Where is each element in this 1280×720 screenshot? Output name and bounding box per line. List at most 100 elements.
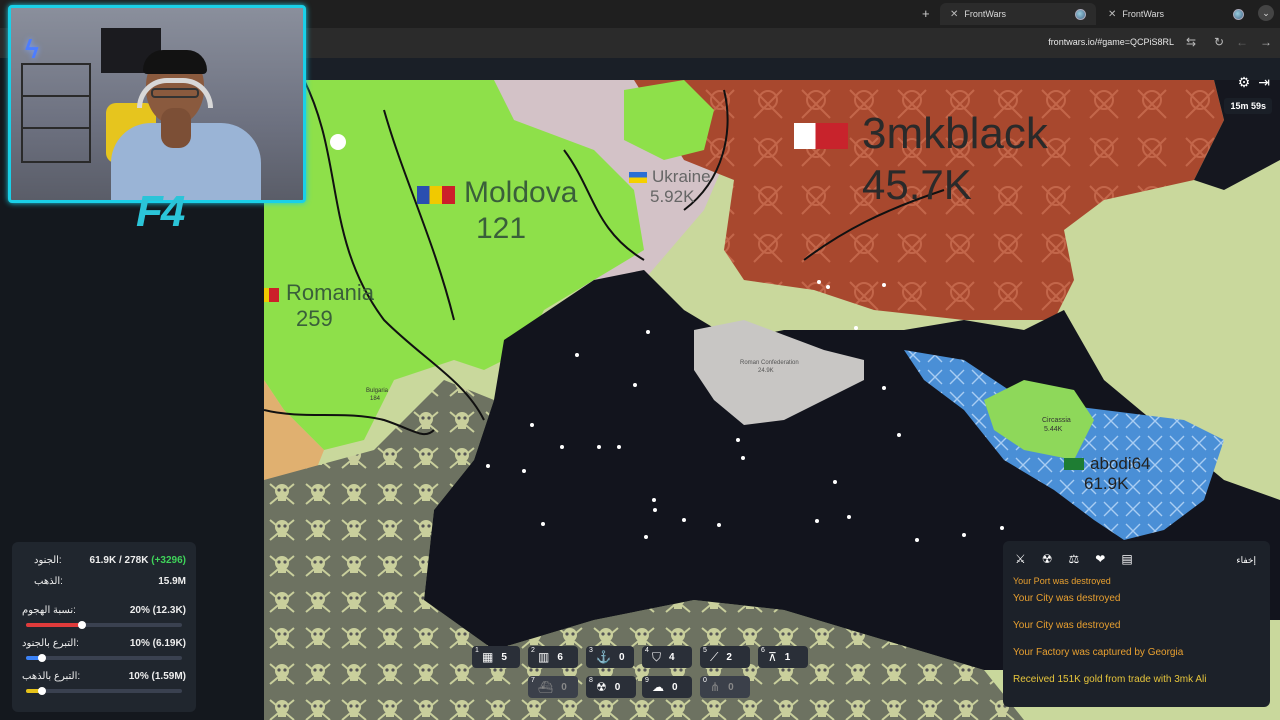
webcam-person-hand [161, 108, 191, 148]
build-hydrogen-bomb-button[interactable]: 9 ☁ 0 [642, 676, 692, 698]
close-tab-icon[interactable]: ✕ [950, 9, 958, 20]
build-defense-post-button[interactable]: 4 ⛉ 4 [642, 646, 692, 668]
browser-tab-active[interactable]: ✕ FrontWars [940, 3, 1096, 25]
player-troops-abodi64: 61.9K [1084, 474, 1129, 493]
close-tab-icon[interactable]: ✕ [1108, 9, 1116, 20]
gold-value: 15.9M [158, 576, 186, 587]
troops-value: 61.9K / 278K [89, 555, 149, 566]
site-settings-icon[interactable]: ⇆ [1186, 35, 1196, 49]
player-troops-3mkblack: 45.7K [862, 161, 972, 208]
tab-title: FrontWars [1122, 9, 1165, 19]
flag-3mkblack [794, 123, 848, 149]
atom-bomb-icon: ☢ [596, 680, 607, 694]
lightning-icon: ϟ [25, 34, 39, 64]
webcam-shelf [21, 63, 91, 163]
missile-silo-icon: ⟋ [710, 649, 719, 664]
donate-troops-handle[interactable] [37, 654, 46, 662]
warship-icon: ⛴ [538, 680, 554, 694]
player-stats-panel: الجنود: 61.9K / 278K (+3296) الذهب: 15.9… [12, 542, 196, 712]
url-field[interactable]: frontwars.io/#game=QCPiS8RL [1048, 37, 1174, 47]
chat-filter-icon[interactable]: ▤ [1121, 552, 1132, 566]
player-name-ukraine: Ukraine [652, 167, 711, 186]
globe-icon [1075, 8, 1086, 20]
attack-ratio-row: نسبة الهجوم: 20% (12.3K) [20, 600, 188, 621]
event-item: Your Port was destroyed [1013, 577, 1111, 585]
gear-icon[interactable]: ⚙ [1238, 74, 1251, 91]
event-item: Your City was destroyed [1013, 620, 1121, 631]
attack-ratio-fill [26, 623, 83, 627]
glasses-icon [151, 88, 199, 98]
donate-troops-label: التبرع بالجنود: [22, 638, 79, 649]
attack-ratio-value: 20% (12.3K) [129, 605, 186, 616]
build-port-button[interactable]: 3 ⚓ 0 [586, 646, 634, 668]
player-troops-roman-confederation: 24.9K [758, 368, 774, 374]
sam-launcher-icon: ⊼ [768, 650, 777, 664]
troops-label: الجنود: [34, 555, 62, 566]
attack-filter-icon[interactable]: ⚔ [1015, 552, 1026, 566]
attack-ratio-handle[interactable] [78, 621, 87, 629]
exit-icon[interactable]: ⇥ [1258, 74, 1270, 91]
event-item: Your City was destroyed [1013, 593, 1121, 604]
flag-romania [264, 288, 279, 302]
donate-troops-row: التبرع بالجنود: 10% (6.19K) [20, 633, 188, 654]
streamer-logo: F4 [136, 187, 185, 236]
alliance-filter-icon[interactable]: ❤ [1095, 552, 1105, 566]
build-warship-button[interactable]: 7 ⛴ 0 [528, 676, 578, 698]
donate-troops-slider[interactable] [26, 654, 182, 662]
event-item: Received 151K gold from trade with 3mk A… [1013, 674, 1207, 685]
player-name-3mkblack: 3mkblack [862, 109, 1048, 158]
attack-ratio-slider[interactable] [26, 621, 182, 629]
flag-ukraine [629, 172, 647, 183]
build-mirv-button[interactable]: 0 ⋔ 0 [700, 676, 750, 698]
trade-filter-icon[interactable]: ⚖ [1069, 552, 1080, 566]
donate-gold-row: التبرع بالذهب: 10% (1.59M) [20, 666, 188, 687]
factory-icon: ▥ [538, 650, 550, 664]
player-name-abodi64: abodi64 [1090, 454, 1151, 473]
player-name-circassia: Circassia [1042, 417, 1071, 424]
gold-label: الذهب: [34, 576, 63, 587]
donate-troops-value: 10% (6.19K) [129, 638, 186, 649]
tab-title: FrontWars [964, 9, 1007, 19]
shield-icon: ⛉ [652, 649, 662, 664]
build-atom-bomb-button[interactable]: 8 ☢ 0 [586, 676, 636, 698]
event-item: Your Factory was captured by Georgia [1013, 647, 1184, 658]
build-city-button[interactable]: 1 ▦ 5 [472, 646, 520, 668]
webcam-overlay: ϟ [8, 5, 306, 203]
troops-row: الجنود: 61.9K / 278K (+3296) [20, 550, 188, 571]
reload-icon[interactable]: ↻ [1214, 35, 1224, 49]
tab-list-icon[interactable]: ⌄ [1258, 5, 1274, 21]
webcam-person-hair [143, 50, 207, 74]
player-troops-bulgaria: 184 [370, 396, 381, 402]
player-troops-circassia: 5.44K [1044, 426, 1063, 433]
build-factory-button[interactable]: 2 ▥ 6 [528, 646, 578, 668]
gold-row: الذهب: 15.9M [20, 571, 188, 592]
player-troops-moldova: 121 [476, 212, 527, 245]
browser-tab[interactable]: ✕ FrontWars [1098, 3, 1254, 25]
hide-events-button[interactable]: إخفاء [1236, 555, 1256, 566]
flag-abodi64 [1064, 458, 1084, 470]
events-list: Your Port was destroyed Your City was de… [1003, 577, 1270, 693]
build-sam-launcher-button[interactable]: 6 ⊼ 1 [758, 646, 808, 668]
event-filter-tabs: ⚔ ☢ ⚖ ❤ ▤ [1003, 541, 1270, 577]
player-troops-ukraine: 5.92K [650, 187, 695, 206]
globe-icon [1233, 8, 1244, 20]
attack-ratio-label: نسبة الهجوم: [22, 605, 76, 616]
player-troops-romania: 259 [296, 306, 333, 331]
forward-icon[interactable]: → [1260, 35, 1272, 49]
events-panel: ⚔ ☢ ⚖ ❤ ▤ إخفاء Your Port was destroyed … [1003, 541, 1270, 707]
hydrogen-bomb-icon: ☁ [652, 680, 664, 694]
donate-gold-handle[interactable] [37, 687, 46, 695]
player-name-roman-confederation: Roman Confederation [740, 360, 799, 366]
mirv-icon: ⋔ [710, 680, 721, 694]
player-name-bulgaria: Bulgaria [366, 388, 389, 394]
nuke-filter-icon[interactable]: ☢ [1042, 552, 1053, 566]
back-icon[interactable]: ← [1236, 35, 1248, 49]
troops-delta: (+3296) [151, 555, 186, 566]
new-tab-button[interactable]: + [922, 6, 930, 21]
donate-gold-slider[interactable] [26, 687, 182, 695]
player-name-romania: Romania [286, 280, 375, 305]
build-missile-silo-button[interactable]: 5 ⟋ 2 [700, 646, 750, 668]
donate-gold-label: التبرع بالذهب: [22, 671, 81, 682]
hud-buttons: ⚙ ⇥ [1238, 74, 1270, 91]
player-name-moldova: Moldova [464, 176, 578, 209]
